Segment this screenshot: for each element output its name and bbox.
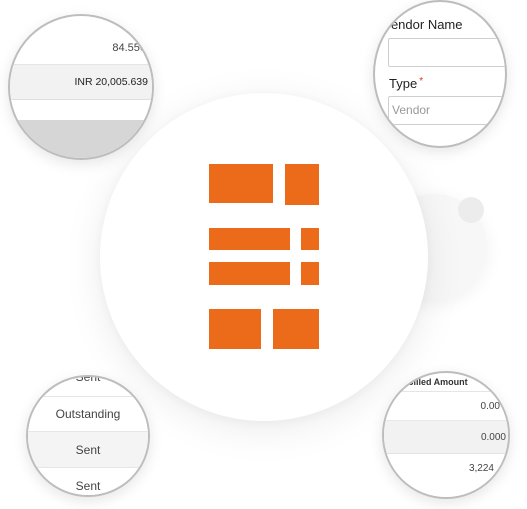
zoom-lens-amount: 84.556 INR 20,005.639	[8, 14, 154, 160]
billed-amount-value: 3,224	[468, 463, 494, 474]
required-marker: *	[419, 76, 424, 87]
status-cell: Sent	[28, 468, 148, 495]
type-select[interactable]: Vendor	[388, 96, 505, 125]
status-cell: Sent	[75, 375, 101, 384]
zoom-lens-vendor-form: Vendor Name Type * Vendor	[373, 0, 507, 148]
billed-amount-value: 0.000	[480, 432, 506, 443]
zoom-lens-billed-amount: Billed Amount 0.00 0.000 3,224	[382, 371, 510, 499]
type-label: Type *	[389, 76, 423, 91]
vendor-name-input[interactable]	[388, 38, 505, 67]
decorative-dot	[458, 197, 484, 223]
amount-value: 84.556	[112, 42, 146, 54]
status-cell: Sent	[28, 432, 148, 468]
table-row	[10, 100, 152, 120]
type-placeholder: Vendor	[392, 103, 431, 117]
vendor-name-label: Vendor Name	[383, 17, 463, 32]
zoom-lens-status: Sent Outstanding Sent Sent	[26, 375, 150, 497]
status-cell: Outstanding	[28, 396, 148, 432]
table-row: 0.00	[384, 392, 508, 421]
column-header: Billed Amount	[384, 373, 508, 392]
billed-amount-header: Billed Amount	[407, 377, 468, 387]
table-row: INR 20,005.639	[10, 65, 152, 100]
table-row: 84.556	[10, 34, 152, 65]
table-row: 0.000	[384, 421, 508, 454]
billed-amount-value: 0.00	[480, 401, 500, 412]
type-label-text: Type	[389, 76, 418, 91]
table-footer	[10, 120, 152, 158]
amount-total-value: INR 20,005.639	[74, 76, 148, 88]
table-row: 3,224	[384, 454, 508, 497]
